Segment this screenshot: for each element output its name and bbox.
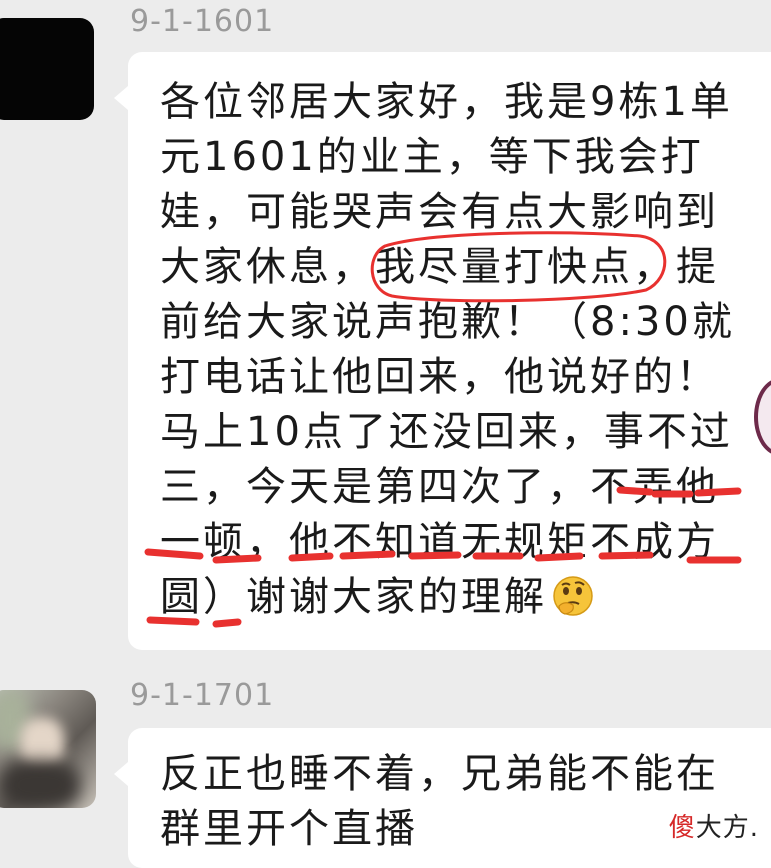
message-line: 群里开个直播 xyxy=(160,806,418,852)
message-line: 一顿，他不知道无规矩不成方 xyxy=(160,519,719,565)
bubble-tail xyxy=(114,762,128,786)
message-bubble[interactable]: 各位邻居大家好，我是9栋1单 元1601的业主，等下我会打 娃，可能哭声会有点大… xyxy=(114,52,771,650)
message-line: 三，今天是第四次了，不弄他 xyxy=(160,464,719,510)
message-line: 马上10点了还没回来，事不过 xyxy=(160,409,733,455)
message-line: 大家休息，我尽量打快点，提 xyxy=(160,244,719,290)
message-line: 各位邻居大家好，我是9栋1单 xyxy=(160,79,733,125)
watermark-part: 傻 xyxy=(668,813,696,843)
message-line: 娃，可能哭声会有点大影响到 xyxy=(160,189,719,235)
message-line: 打电话让他回来，他说好的！ xyxy=(160,354,719,400)
watermark-part: 大方. xyxy=(695,813,759,843)
avatar-blur-region xyxy=(0,760,80,808)
message-line-last: 圆）谢谢大家的理解 xyxy=(160,573,595,621)
watermark: 傻大方. xyxy=(662,805,765,846)
message-line: 元1601的业主，等下我会打 xyxy=(160,134,704,180)
sender-avatar[interactable] xyxy=(0,18,94,120)
bubble-tail xyxy=(114,86,128,110)
sender-name: 9-1-1701 xyxy=(130,678,275,713)
sender-avatar-blurred[interactable] xyxy=(0,690,96,808)
message-line-text: 圆）谢谢大家的理解 xyxy=(160,574,547,620)
chat-conversation: 9-1-1601 各位邻居大家好，我是9栋1单 元1601的业主，等下我会打 娃… xyxy=(0,0,771,868)
message-bubble[interactable]: 反正也睡不着，兄弟能不能在 群里开个直播 xyxy=(114,728,771,868)
message-line: 前给大家说声抱歉！（8:30就 xyxy=(160,299,735,345)
thinking-face-emoji xyxy=(553,576,593,616)
sender-name: 9-1-1601 xyxy=(130,4,275,39)
message-line: 反正也睡不着，兄弟能不能在 xyxy=(160,751,719,797)
